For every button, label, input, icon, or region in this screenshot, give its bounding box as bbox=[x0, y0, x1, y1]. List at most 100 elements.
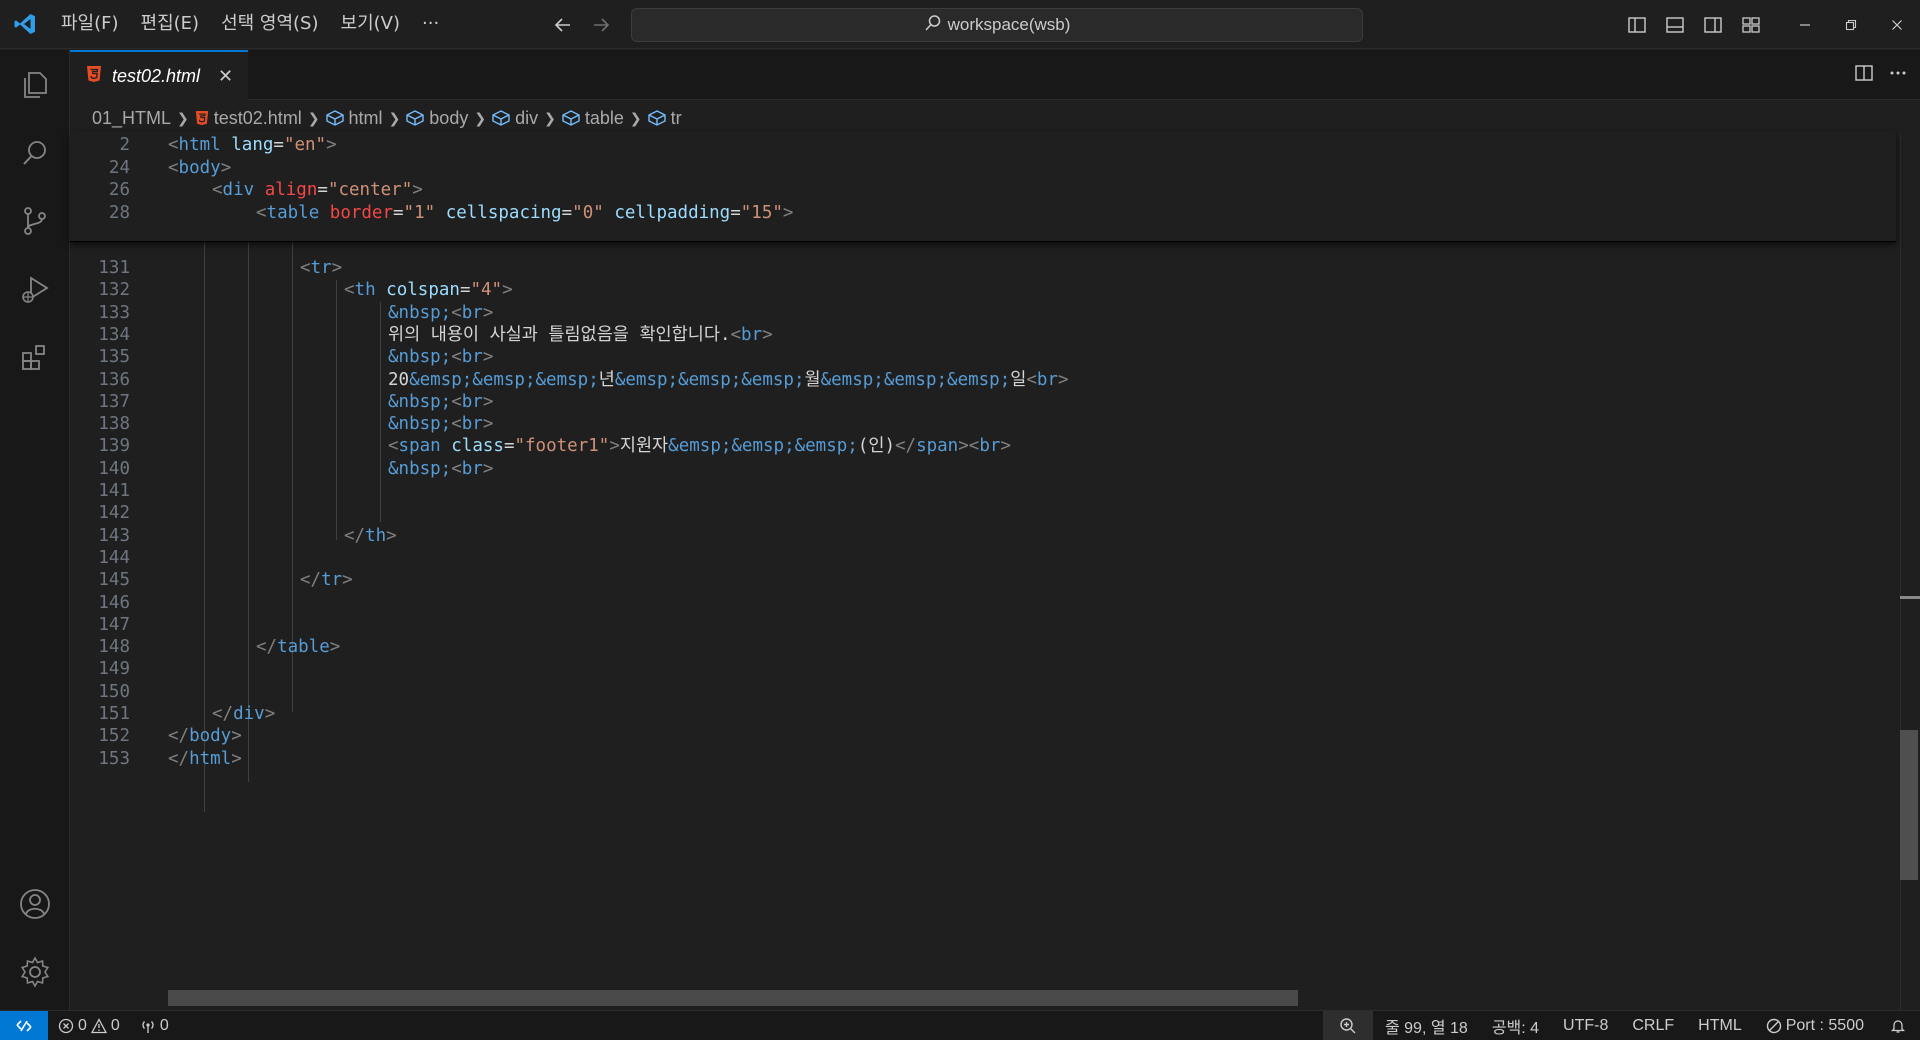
warning-count: 0 bbox=[110, 1016, 120, 1034]
code-token: > bbox=[386, 525, 397, 546]
tab-label: test02.html bbox=[112, 65, 201, 86]
code-token: < bbox=[300, 258, 311, 278]
menu-view[interactable]: 보기(V) bbox=[330, 8, 411, 40]
remote-indicator-icon[interactable] bbox=[0, 1010, 48, 1040]
breadcrumb-table[interactable]: table bbox=[562, 108, 624, 129]
indentation[interactable]: 공백: 4 bbox=[1480, 1011, 1551, 1040]
breadcrumb-tr[interactable]: tr bbox=[647, 108, 682, 129]
breadcrumb-folder[interactable]: 01_HTML bbox=[92, 108, 171, 129]
settings-gear-icon[interactable] bbox=[0, 939, 70, 1005]
code-token: </ bbox=[212, 704, 234, 724]
back-arrow-icon[interactable] bbox=[548, 10, 578, 40]
code-editor[interactable]: 2 <html lang="en"> 24 <body> 26 <div align="c… bbox=[70, 132, 1920, 1012]
code-token: = bbox=[317, 180, 328, 201]
code-token: < bbox=[388, 436, 399, 457]
explorer-icon[interactable] bbox=[0, 52, 70, 118]
code-token: div bbox=[233, 704, 265, 724]
run-debug-icon[interactable] bbox=[0, 256, 70, 322]
code-token: &nbsp; bbox=[388, 414, 452, 435]
more-actions-icon[interactable] bbox=[1888, 63, 1908, 88]
forward-arrow-icon[interactable] bbox=[586, 10, 616, 40]
code-token: lang bbox=[231, 135, 274, 155]
end-of-line[interactable]: CRLF bbox=[1620, 1011, 1686, 1040]
breadcrumb-file[interactable]: test02.html bbox=[195, 108, 302, 129]
code-token: "0" bbox=[572, 203, 604, 224]
code-token: </ bbox=[344, 525, 366, 546]
code-token: < bbox=[212, 180, 223, 201]
code-token: > bbox=[482, 414, 494, 435]
breadcrumb-div[interactable]: div bbox=[492, 108, 538, 129]
vertical-scrollbar-thumb[interactable] bbox=[1900, 730, 1918, 880]
customize-layout-icon[interactable] bbox=[1732, 0, 1770, 49]
search-icon[interactable] bbox=[0, 120, 70, 186]
code-token: html bbox=[189, 748, 232, 769]
code-token: br bbox=[461, 302, 483, 323]
breadcrumb-html[interactable]: html bbox=[325, 108, 383, 129]
language-mode[interactable]: HTML bbox=[1686, 1011, 1754, 1040]
warning-icon bbox=[90, 1017, 107, 1033]
code-token: < bbox=[256, 203, 267, 224]
command-center-search[interactable]: workspace(wsb) bbox=[631, 8, 1363, 42]
cursor-position[interactable]: 줄 99, 열 18 bbox=[1373, 1011, 1480, 1040]
code-token: &emsp;&emsp;&emsp; bbox=[614, 369, 805, 390]
restore-icon[interactable] bbox=[1828, 0, 1874, 49]
code-line[interactable]: 28 <table border="1" cellspacing="0" cell… bbox=[70, 200, 1850, 227]
menu-edit[interactable]: 편집(E) bbox=[130, 8, 211, 40]
sticky-scroll-header[interactable]: 2 <html lang="en"> 24 <body> 26 <div align="c… bbox=[70, 132, 1896, 242]
vertical-scrollbar[interactable] bbox=[1900, 132, 1920, 1012]
menu-file[interactable]: 파일(F) bbox=[50, 8, 130, 40]
breadcrumb-body[interactable]: body bbox=[406, 108, 468, 129]
search-label: workspace(wsb) bbox=[947, 15, 1071, 34]
code-token: > bbox=[482, 347, 494, 368]
horizontal-scrollbar[interactable] bbox=[168, 990, 1298, 1006]
menu-more[interactable]: ··· bbox=[411, 8, 450, 40]
code-token: "4" bbox=[470, 280, 503, 301]
close-icon[interactable] bbox=[1874, 0, 1920, 49]
code-token: < bbox=[451, 347, 462, 368]
code-token: > bbox=[958, 436, 969, 457]
code-token: "15" bbox=[740, 203, 783, 224]
menu-selection[interactable]: 선택 영역(S) bbox=[210, 8, 329, 40]
toggle-panel-icon[interactable] bbox=[1656, 0, 1694, 49]
live-server-port[interactable]: Port : 5500 bbox=[1754, 1011, 1876, 1040]
account-icon[interactable] bbox=[0, 871, 70, 937]
symbol-element-icon bbox=[647, 110, 666, 126]
ports-indicator[interactable]: 0 bbox=[130, 1011, 179, 1040]
code-token: "footer1" bbox=[514, 436, 610, 457]
code-token: th bbox=[354, 280, 376, 301]
toggle-primary-sidebar-icon[interactable] bbox=[1618, 0, 1656, 49]
code-token: > bbox=[782, 203, 794, 224]
tab-test02-html[interactable]: test02.html ✕ bbox=[70, 50, 248, 100]
code-token: > bbox=[482, 302, 494, 323]
source-control-icon[interactable] bbox=[0, 188, 70, 254]
tab-close-icon[interactable]: ✕ bbox=[218, 66, 233, 87]
problems-indicator[interactable]: 0 0 bbox=[48, 1011, 130, 1040]
split-editor-icon[interactable] bbox=[1854, 63, 1874, 88]
zoom-indicator[interactable] bbox=[1322, 1011, 1373, 1040]
minimize-icon[interactable] bbox=[1782, 0, 1828, 49]
error-icon bbox=[58, 1018, 74, 1033]
code-token: </ bbox=[300, 570, 322, 591]
encoding[interactable]: UTF-8 bbox=[1551, 1011, 1620, 1040]
vscode-logo-icon bbox=[0, 0, 50, 49]
code-token: table bbox=[277, 637, 330, 658]
code-token: </ bbox=[256, 637, 278, 658]
code-token: br bbox=[1036, 369, 1058, 390]
code-token: = bbox=[730, 203, 741, 224]
circle-slash-icon bbox=[1766, 1018, 1781, 1034]
code-token: </ bbox=[168, 726, 190, 747]
code-token: < bbox=[451, 414, 462, 435]
ports-count: 0 bbox=[159, 1016, 169, 1034]
code-token: > bbox=[326, 135, 337, 155]
code-line[interactable]: 153 </html> bbox=[70, 746, 1850, 773]
extensions-icon[interactable] bbox=[0, 324, 70, 390]
code-token: class bbox=[451, 436, 504, 457]
html-file-icon bbox=[86, 65, 102, 88]
code-token: "en" bbox=[283, 135, 327, 155]
code-token: br bbox=[979, 436, 1001, 457]
bell-icon[interactable] bbox=[1876, 1011, 1920, 1040]
toggle-secondary-sidebar-icon[interactable] bbox=[1694, 0, 1732, 49]
